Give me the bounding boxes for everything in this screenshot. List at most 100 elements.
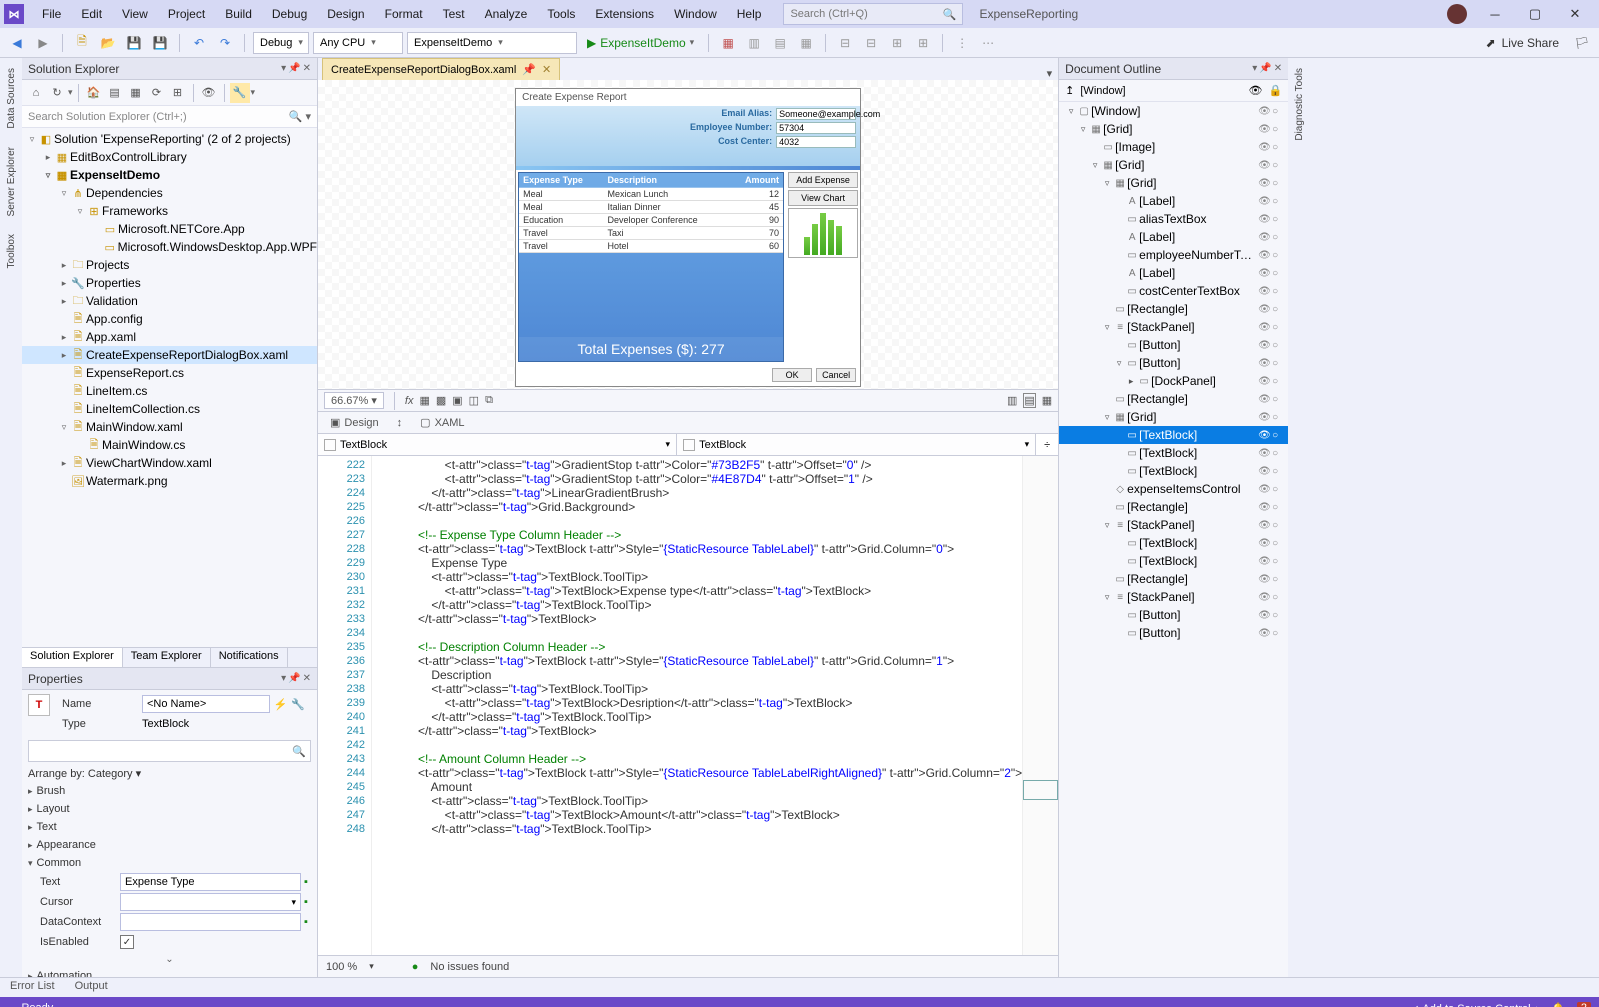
align-icon-9[interactable]: ⋯: [977, 32, 999, 54]
outline-item[interactable]: ▭[Image]👁○: [1059, 138, 1288, 156]
align-icon-2[interactable]: ▤: [769, 32, 791, 54]
quick-search[interactable]: Search (Ctrl+Q) 🔍: [783, 3, 963, 25]
outline-item[interactable]: ▿▭[Button]👁○: [1059, 354, 1288, 372]
tree-item[interactable]: ▸🗀Validation: [22, 292, 317, 310]
outline-item[interactable]: ▭[Rectangle]👁○: [1059, 390, 1288, 408]
out-tab-output[interactable]: Output: [65, 978, 118, 997]
zoom-label[interactable]: 100 %: [326, 961, 357, 973]
dropdown-icon[interactable]: ▾: [281, 63, 286, 74]
live-share-button[interactable]: ⬈ Live Share: [1478, 36, 1567, 50]
prop-datacontext-field[interactable]: [120, 913, 301, 931]
menu-project[interactable]: Project: [158, 3, 215, 25]
user-avatar[interactable]: [1447, 4, 1467, 24]
subtab-team-explorer[interactable]: Team Explorer: [123, 648, 211, 667]
tree-item[interactable]: 🖼Watermark.png: [22, 472, 317, 490]
sync-icon[interactable]: ↻: [47, 83, 67, 103]
outline-item[interactable]: ▭[TextBlock]👁○: [1059, 426, 1288, 444]
menu-help[interactable]: Help: [727, 3, 772, 25]
layout-h-icon[interactable]: ▥: [1007, 394, 1017, 407]
tree-item[interactable]: 🗎App.config: [22, 310, 317, 328]
wrench-icon[interactable]: 🔧: [230, 83, 250, 103]
notification-count[interactable]: 2: [1577, 1002, 1591, 1007]
category-automation[interactable]: ▸Automation: [22, 967, 317, 977]
rail-toolbox[interactable]: Toolbox: [4, 230, 19, 272]
dropdown-icon[interactable]: ▾: [281, 673, 286, 684]
lock-icon[interactable]: 🔒: [1268, 84, 1282, 97]
align-icon-1[interactable]: ▥: [743, 32, 765, 54]
code-body[interactable]: <t-attr">class="t-tag">GradientStop t-at…: [372, 456, 1022, 955]
tree-item[interactable]: 🗎MainWindow.cs: [22, 436, 317, 454]
layout-split-icon[interactable]: ▦: [1042, 394, 1052, 407]
dlg-cancel-button[interactable]: Cancel: [816, 368, 856, 382]
outline-item[interactable]: A[Label]👁○: [1059, 264, 1288, 282]
category-common[interactable]: ▾Common: [22, 854, 317, 872]
outline-item[interactable]: ▿▦[Grid]👁○: [1059, 174, 1288, 192]
outline-item[interactable]: ▿▦[Grid]👁○: [1059, 408, 1288, 426]
config-combo[interactable]: Debug▾: [253, 32, 309, 54]
category-layout[interactable]: ▸Layout: [22, 800, 317, 818]
align-icon-6[interactable]: ⊞: [886, 32, 908, 54]
outline-item[interactable]: ▭[Button]👁○: [1059, 336, 1288, 354]
menu-view[interactable]: View: [112, 3, 158, 25]
snap3-icon[interactable]: ⧉: [485, 394, 493, 407]
open-icon[interactable]: 📂: [97, 32, 119, 54]
tree-item[interactable]: ▿⋔Dependencies: [22, 184, 317, 202]
rail-server-explorer[interactable]: Server Explorer: [4, 143, 19, 220]
tree-item[interactable]: 🗎LineItemCollection.cs: [22, 400, 317, 418]
view-chart-button[interactable]: View Chart: [788, 190, 858, 206]
out-tab-error-list[interactable]: Error List: [0, 978, 65, 997]
wrench-icon[interactable]: 🔧: [291, 698, 305, 711]
feedback-icon[interactable]: 🏳: [1571, 32, 1593, 54]
events-icon[interactable]: ⚡: [270, 698, 292, 711]
properties-search[interactable]: 🔍: [28, 740, 311, 762]
tree-item[interactable]: ▸🗎App.xaml: [22, 328, 317, 346]
xaml-designer[interactable]: Create Expense Report Email Alias:Someon…: [318, 80, 1058, 390]
rail-diagnostic-tools[interactable]: Diagnostic Tools: [1292, 64, 1307, 145]
context-right[interactable]: TextBlock▾: [677, 434, 1036, 455]
outline-item[interactable]: ▿▦[Grid]👁○: [1059, 156, 1288, 174]
menu-build[interactable]: Build: [215, 3, 262, 25]
outline-item[interactable]: ▭[Button]👁○: [1059, 606, 1288, 624]
tree-item[interactable]: ▸🔧Properties: [22, 274, 317, 292]
rail-data-sources[interactable]: Data Sources: [4, 64, 19, 133]
outline-item[interactable]: ▭[TextBlock]👁○: [1059, 534, 1288, 552]
snap-icon[interactable]: ▣: [452, 394, 462, 407]
maximize-button[interactable]: ▢: [1515, 0, 1555, 28]
collapse-icon[interactable]: ▤: [105, 83, 125, 103]
add-expense-button[interactable]: Add Expense: [788, 172, 858, 188]
nav-back-icon[interactable]: ◀: [6, 32, 28, 54]
tree-item[interactable]: ▭Microsoft.WindowsDesktop.App.WPF: [22, 238, 317, 256]
pin-icon[interactable]: 📌: [288, 63, 300, 74]
eye-icon[interactable]: 👁: [1248, 84, 1262, 97]
category-appearance[interactable]: ▸Appearance: [22, 836, 317, 854]
outline-item[interactable]: A[Label]👁○: [1059, 192, 1288, 210]
startup-combo[interactable]: ExpenseItDemo▾: [407, 32, 577, 54]
doc-tab-active[interactable]: CreateExpenseReportDialogBox.xaml 📌 ✕: [322, 58, 560, 80]
refresh-icon[interactable]: ⟳: [147, 83, 167, 103]
menu-format[interactable]: Format: [375, 3, 433, 25]
notification-icon[interactable]: 🔔: [1551, 1002, 1565, 1007]
outline-item[interactable]: ◇expenseItemsControl👁○: [1059, 480, 1288, 498]
tree-item[interactable]: ▸▦EditBoxControlLibrary: [22, 148, 317, 166]
tab-pin-icon[interactable]: 📌: [522, 63, 536, 76]
save-all-icon[interactable]: 💾: [149, 32, 171, 54]
expand-more-icon[interactable]: ⌄: [22, 952, 317, 967]
prop-isenabled-check[interactable]: ✓: [120, 935, 134, 949]
pin-icon[interactable]: 📌: [288, 673, 300, 684]
category-text[interactable]: ▸Text: [22, 818, 317, 836]
outline-item[interactable]: ▭[Rectangle]👁○: [1059, 498, 1288, 516]
minimap[interactable]: [1022, 456, 1058, 955]
outline-item[interactable]: ▭aliasTextBox👁○: [1059, 210, 1288, 228]
grid2-icon[interactable]: ▩: [436, 394, 446, 407]
redo-icon[interactable]: ↷: [214, 32, 236, 54]
menu-edit[interactable]: Edit: [71, 3, 112, 25]
save-icon[interactable]: 💾: [123, 32, 145, 54]
layout-v-icon[interactable]: ▤: [1023, 393, 1035, 408]
category-brush[interactable]: ▸Brush: [22, 782, 317, 800]
tree-item[interactable]: ▸🗎CreateExpenseReportDialogBox.xaml: [22, 346, 317, 364]
tree-item[interactable]: ▿▦ExpenseItDemo: [22, 166, 317, 184]
tree-item[interactable]: ▿⊞Frameworks: [22, 202, 317, 220]
menu-window[interactable]: Window: [664, 3, 727, 25]
split-icon[interactable]: ÷: [1036, 434, 1058, 455]
close-button[interactable]: ✕: [1555, 0, 1595, 28]
